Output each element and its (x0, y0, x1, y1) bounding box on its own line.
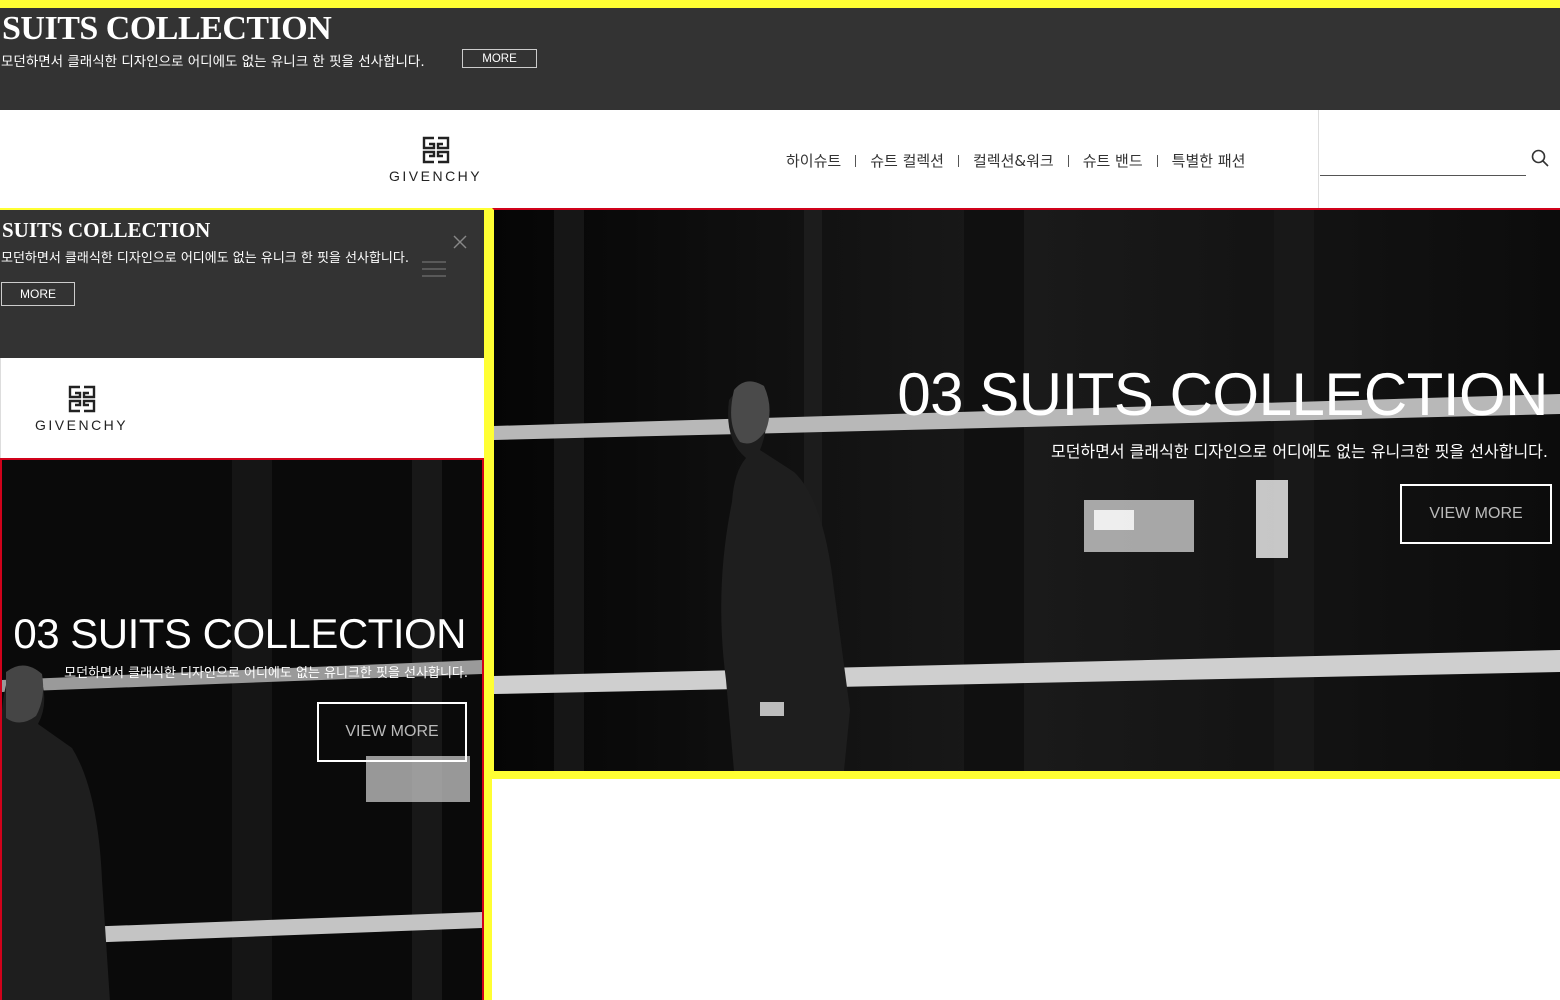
close-icon[interactable] (453, 235, 467, 249)
nav-item-special-fashion[interactable]: 특별한 패션 (1172, 150, 1246, 171)
main-nav: 하이슈트 슈트 컬렉션 컬렉션&워크 슈트 밴드 특별한 패션 (786, 150, 1245, 171)
givenchy-4g-logo-icon (422, 136, 449, 164)
banner-more-button[interactable]: MORE (462, 49, 537, 68)
site-header: GIVENCHY 하이슈트 슈트 컬렉션 컬렉션&워크 슈트 밴드 특별한 패션 (0, 110, 1560, 208)
mobile-top-banner: SUITS COLLECTION 모던하면서 클래식한 디자인으로 어디에도 없… (0, 210, 484, 358)
brand-wordmark: GIVENCHY (389, 168, 483, 184)
mobile-view-more-button[interactable]: VIEW MORE (317, 702, 467, 762)
hero-slide: 03 SUITS COLLECTION 모던하면서 클래식한 디자인으로 어디에… (492, 208, 1560, 779)
hero-title: 03 SUITS COLLECTION (897, 361, 1548, 428)
nav-item-collection-work[interactable]: 컬렉션&워크 (973, 150, 1054, 171)
view-more-button[interactable]: VIEW MORE (1400, 484, 1552, 544)
banner-title: SUITS COLLECTION (2, 10, 332, 47)
search-icon[interactable] (1530, 148, 1550, 168)
mobile-header: GIVENCHY (0, 358, 484, 458)
brand-logo[interactable]: GIVENCHY (389, 136, 482, 184)
hero-description: 모던하면서 클래식한 디자인으로 어디에도 없는 유니크한 핏을 선사합니다. (1050, 442, 1548, 461)
mobile-brand-logo[interactable]: GIVENCHY (35, 385, 128, 433)
mobile-banner-description: 모던하면서 클래식한 디자인으로 어디에도 없는 유니크 한 핏을 선사합니다. (1, 251, 409, 266)
nav-item-suit-collection[interactable]: 슈트 컬렉션 (870, 150, 944, 171)
nav-item-suit-band[interactable]: 슈트 밴드 (1083, 150, 1143, 171)
search-input[interactable] (1320, 144, 1526, 176)
nav-separator (957, 154, 959, 167)
top-banner: SUITS COLLECTION 모던하면서 클래식한 디자인으로 어디에도 없… (0, 0, 1560, 110)
givenchy-4g-logo-icon (68, 385, 95, 413)
nav-separator (1067, 154, 1069, 167)
nav-item-hi-suit[interactable]: 하이슈트 (786, 150, 841, 171)
search-divider (1318, 110, 1319, 208)
mobile-banner-title: SUITS COLLECTION (2, 218, 211, 242)
mobile-banner-more-button[interactable]: MORE (1, 282, 75, 306)
mobile-hero-description: 모던하면서 클래식한 디자인으로 어디에도 없는 유니크한 핏을 선사합니다. (64, 666, 468, 681)
mobile-preview: SUITS COLLECTION 모던하면서 클래식한 디자인으로 어디에도 없… (0, 208, 492, 1000)
nav-separator (855, 154, 857, 167)
banner-description: 모던하면서 클래식한 디자인으로 어디에도 없는 유니크 한 핏을 선사합니다. (1, 54, 425, 70)
nav-separator (1156, 154, 1158, 167)
hamburger-menu-icon[interactable] (422, 260, 446, 278)
mobile-hero-title: 03 SUITS COLLECTION (13, 610, 466, 657)
mobile-brand-wordmark: GIVENCHY (35, 417, 129, 433)
mobile-hero-slide: 03 SUITS COLLECTION 모던하면서 클래식한 디자인으로 어디에… (0, 458, 484, 1000)
